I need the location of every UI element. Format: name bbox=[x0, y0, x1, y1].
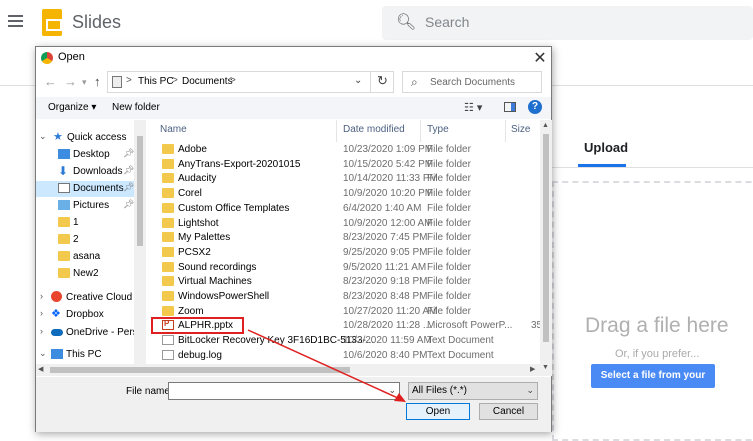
select-file-button[interactable]: Select a file from your device bbox=[591, 364, 715, 405]
slides-logo-icon bbox=[42, 9, 62, 36]
open-dialog: Open ✕ ← → ▾ ↑ > This PC > Documents > ⌄… bbox=[35, 46, 552, 432]
search-icon: 🔍︎ bbox=[396, 14, 417, 31]
app-search-input[interactable]: Search bbox=[425, 14, 469, 30]
drag-file-text: Drag a file here bbox=[585, 314, 729, 337]
tab-upload-indicator bbox=[578, 164, 626, 167]
annotation-arrow bbox=[247, 329, 406, 402]
tab-upload[interactable]: Upload bbox=[584, 140, 628, 155]
app-title: Slides bbox=[72, 12, 122, 32]
upload-tabs-divider bbox=[552, 167, 753, 168]
or-prefer-text: Or, if you prefer... bbox=[615, 348, 700, 360]
menu-icon[interactable] bbox=[8, 15, 23, 27]
